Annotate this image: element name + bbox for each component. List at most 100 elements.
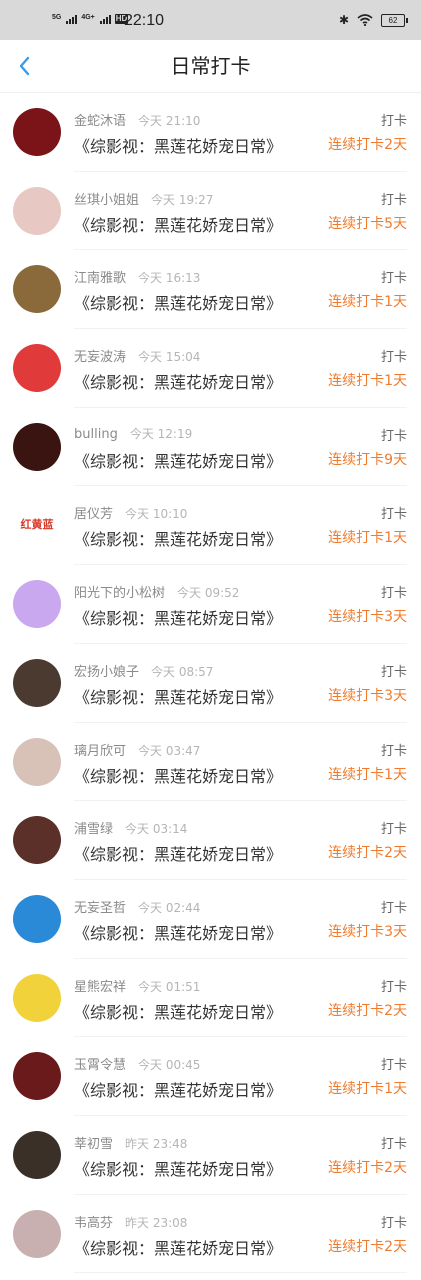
list-item[interactable]: 江南雅歌 今天 16:13 《综影视：黑莲花娇宠日常》 打卡 连续打卡1天	[0, 250, 421, 329]
streak-label: 连续打卡2天	[328, 1238, 407, 1255]
book-title: 《综影视：黑莲花娇宠日常》	[74, 294, 283, 314]
user-name-text: 韦高芬	[74, 1215, 114, 1231]
book-title: 《综影视：黑莲花娇宠日常》	[74, 609, 283, 629]
book-title: 《综影视：黑莲花娇宠日常》	[74, 923, 283, 943]
avatar[interactable]	[13, 186, 61, 235]
checkin-tag: 打卡	[380, 900, 407, 916]
user-name-text: 无妄波涛	[74, 350, 127, 366]
list-item[interactable]: 红黄蓝 居仪芳 今天 10:10 《综影视：黑莲花娇宠日常》 打卡连续打卡1天	[0, 486, 421, 565]
checkin-time: 昨天 23:08	[125, 1215, 188, 1230]
avatar[interactable]	[13, 1052, 61, 1101]
user-name-text: 丝琪小姐姐	[74, 192, 140, 208]
avatar[interactable]	[13, 658, 61, 707]
list-item[interactable]: 浦雪绿 今天 03:14 《综影视：黑莲花娇宠日常》 打卡 连续打卡2天	[0, 801, 421, 880]
checkin-time: 今天 03:47	[138, 743, 201, 758]
avatar[interactable]: 红黄蓝	[13, 501, 61, 550]
list-item[interactable]: 玉霄令慧 今天 00:45 《综影视：黑莲花娇宠日常》 打卡 连续打卡1天	[0, 1037, 421, 1116]
user-name: 璃月欣可 今天 03:47	[74, 740, 200, 759]
list-item[interactable]: 阳光下的小松树 今天 09:52 《综影视：黑莲花娇宠日常》 打卡连续打卡3天	[0, 565, 421, 644]
user-name-text: 璃月欣可	[74, 743, 127, 759]
battery-icon: 62	[381, 13, 408, 27]
avatar[interactable]	[13, 1209, 61, 1258]
status-bar: 5G 4G+ HD 22:10 ✱ 62	[0, 0, 421, 40]
bluetooth-icon: ✱	[338, 13, 349, 27]
avatar[interactable]	[13, 1130, 61, 1179]
book-title: 《综影视：黑莲花娇宠日常》	[74, 1159, 283, 1179]
book-title: 《综影视：黑莲花娇宠日常》	[74, 137, 283, 156]
user-name: 浦雪绿 今天 03:14	[74, 818, 187, 837]
checkin-tag: 打卡	[380, 507, 407, 523]
streak-label: 连续打卡2天	[328, 1002, 407, 1019]
book-title: 《综影视：黑莲花娇宠日常》	[74, 687, 283, 707]
streak-label: 连续打卡1天	[328, 1081, 407, 1098]
streak-label: 连续打卡1天	[328, 530, 407, 547]
checkin-tag: 打卡	[380, 114, 407, 129]
checkin-time: 今天 03:14	[125, 822, 188, 837]
streak-label: 连续打卡1天	[328, 294, 407, 311]
avatar[interactable]	[13, 737, 61, 786]
user-name-text: 无妄圣哲	[74, 900, 127, 916]
checkin-tag: 打卡	[380, 1215, 407, 1231]
avatar[interactable]	[13, 422, 61, 471]
user-name: 江南雅歌 今天 16:13	[74, 267, 200, 286]
checkin-tag: 打卡	[380, 1058, 407, 1074]
streak-label: 连续打卡2天	[328, 1159, 407, 1176]
list-item[interactable]: 宏扬小娘子 今天 08:57 《综影视：黑莲花娇宠日常》 打卡 连续打卡3天	[0, 644, 421, 723]
checkin-tag: 打卡	[380, 350, 407, 366]
list-item[interactable]: bulling 今天 12:19 《综影视：黑莲花娇宠日常》 打卡 连续打卡9天	[0, 408, 421, 487]
streak-label: 连续打卡2天	[328, 137, 407, 153]
checkin-tag: 打卡	[380, 979, 407, 995]
book-title: 《综影视：黑莲花娇宠日常》	[74, 530, 283, 550]
user-name-text: 金蛇沐语	[74, 114, 127, 129]
checkin-time: 今天 09:52	[177, 586, 240, 601]
user-name-text: 玉霄令慧	[74, 1058, 127, 1074]
list-item[interactable]: 星熊宏祥 今天 01:51 《综影视：黑莲花娇宠日常》 打卡连续打卡2天	[0, 959, 421, 1038]
list-item[interactable]: 无妄圣哲 今天 02:44 《综影视：黑莲花娇宠日常》 打卡连续打卡3天	[0, 880, 421, 959]
wifi-icon	[357, 14, 373, 26]
user-name-text: 浦雪绿	[74, 822, 114, 838]
signal-icon	[99, 15, 111, 24]
streak-label: 连续打卡2天	[328, 845, 407, 862]
book-title: 《综影视：黑莲花娇宠日常》	[74, 451, 283, 471]
streak-label: 连续打卡3天	[328, 923, 407, 940]
avatar[interactable]	[13, 580, 61, 629]
checkin-tag: 打卡	[380, 586, 407, 602]
checkin-list: 金蛇沐语 今天 21:10 《综影视：黑莲花娇宠日常》 打卡 连续打卡2天 丝琪小姐姐 今天…	[0, 93, 421, 1274]
checkin-time: 今天 12:19	[129, 426, 193, 441]
user-name-text: 星熊宏祥	[74, 979, 127, 995]
streak-label: 连续打卡1天	[328, 766, 407, 783]
user-name: 无妄圣哲 今天 02:44	[74, 897, 200, 916]
avatar[interactable]	[13, 816, 61, 865]
avatar[interactable]	[13, 894, 61, 943]
status-time: 22:10	[124, 12, 165, 29]
user-name: 玉霄令慧 今天 00:45	[74, 1054, 200, 1073]
user-name-text: 居仪芳	[74, 507, 114, 523]
streak-label: 连续打卡3天	[328, 609, 407, 626]
user-name: 宏扬小娘子 今天 08:57	[74, 661, 213, 680]
user-name: 星熊宏祥 今天 01:51	[74, 976, 200, 995]
signal-indicators: 5G 4G+ HD	[52, 14, 129, 24]
signal-icon	[66, 15, 78, 24]
book-title: 《综影视：黑莲花娇宠日常》	[74, 373, 283, 393]
checkin-tag: 打卡	[380, 428, 407, 444]
checkin-tag: 打卡	[380, 1136, 407, 1152]
list-item[interactable]: 丝琪小姐姐 今天 19:27 《综影视：黑莲花娇宠日常》 打卡 连续打卡5天	[0, 172, 421, 251]
nav-bar: 日常打卡	[0, 40, 421, 93]
avatar[interactable]	[13, 344, 61, 393]
avatar[interactable]	[13, 973, 61, 1022]
book-title: 《综影视：黑莲花娇宠日常》	[74, 1002, 283, 1022]
book-title: 《综影视：黑莲花娇宠日常》	[74, 845, 283, 865]
list-item[interactable]: 金蛇沐语 今天 21:10 《综影视：黑莲花娇宠日常》 打卡 连续打卡2天	[0, 93, 421, 172]
book-title: 《综影视：黑莲花娇宠日常》	[74, 766, 283, 786]
avatar[interactable]	[13, 265, 61, 314]
streak-label: 连续打卡3天	[328, 687, 407, 704]
user-name: 居仪芳 今天 10:10	[74, 503, 187, 522]
list-item[interactable]: 无妄波涛 今天 15:04 《综影视：黑莲花娇宠日常》 打卡 连续打卡1天	[0, 329, 421, 408]
user-name: 阳光下的小松树 今天 09:52	[74, 582, 239, 601]
user-name-text: bulling	[74, 426, 118, 442]
list-item[interactable]: 璃月欣可 今天 03:47 《综影视：黑莲花娇宠日常》 打卡 连续打卡1天	[0, 723, 421, 802]
avatar[interactable]	[13, 108, 61, 156]
list-item[interactable]: 莘初雪 昨天 23:48 《综影视：黑莲花娇宠日常》 打卡 连续打卡2天	[0, 1116, 421, 1195]
checkin-time: 今天 16:13	[138, 271, 201, 286]
list-item[interactable]: 韦高芬 昨天 23:08 《综影视：黑莲花娇宠日常》 打卡 连续打卡2天	[0, 1195, 421, 1274]
